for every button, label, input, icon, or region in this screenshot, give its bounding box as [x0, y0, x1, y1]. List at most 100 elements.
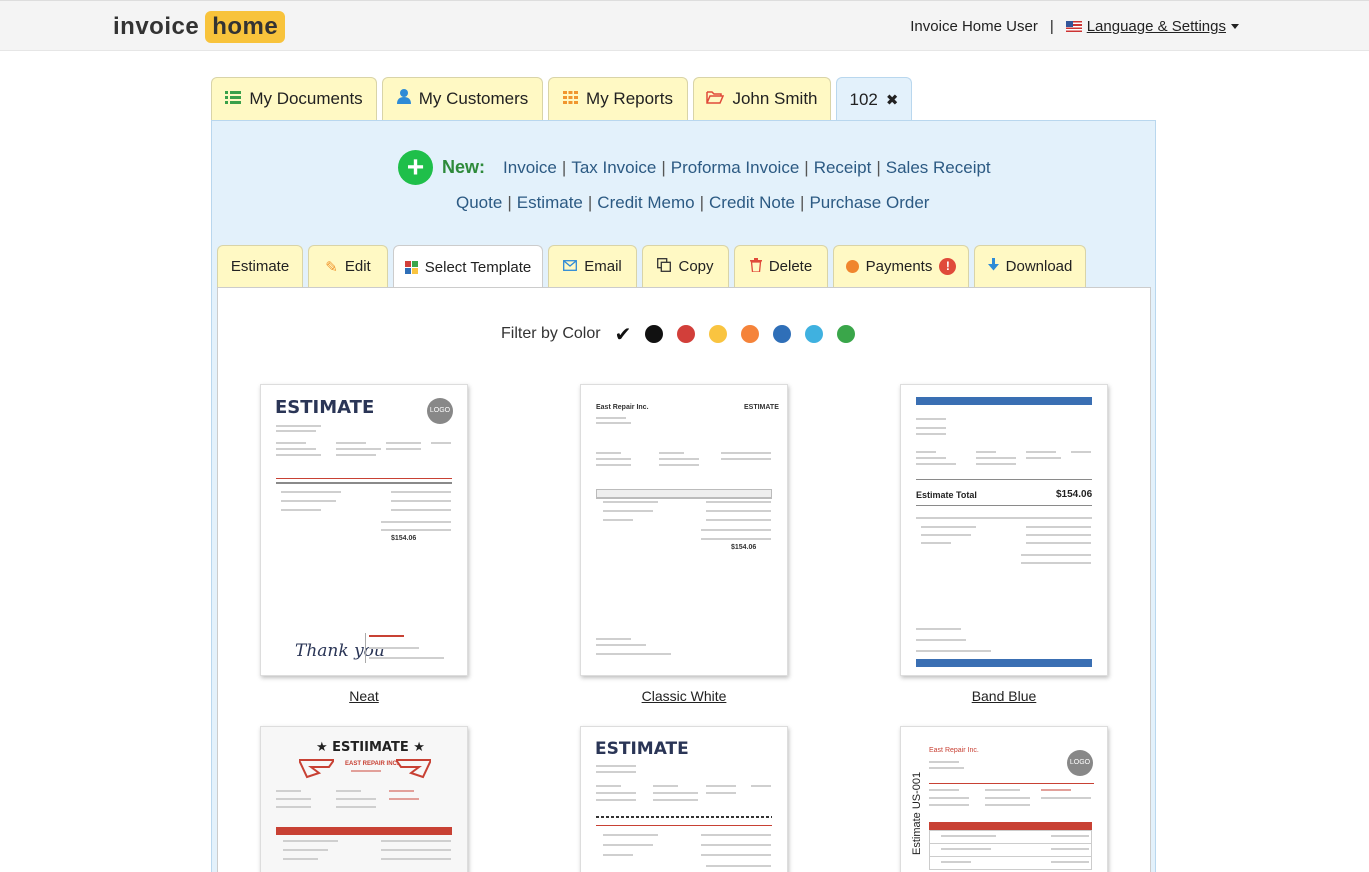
link-separator: | — [800, 193, 805, 212]
envelope-icon — [563, 258, 578, 275]
link-separator: | — [876, 157, 881, 177]
template-name-neat[interactable]: Neat — [260, 688, 468, 704]
subtab-copy[interactable]: Copy — [642, 245, 729, 287]
tab-label: 102 — [849, 89, 878, 109]
trash-icon — [749, 257, 762, 276]
new-invoice-link[interactable]: Invoice — [503, 158, 557, 177]
new-document-row: + New: Invoice | Tax Invoice | Proforma Invo… — [398, 150, 991, 185]
color-filter-green[interactable] — [837, 325, 856, 343]
alert-icon: ! — [939, 258, 957, 275]
tab-my-documents[interactable]: My Documents — [211, 77, 377, 120]
header-separator: | — [1049, 18, 1054, 35]
new-receipt-link[interactable]: Receipt — [814, 158, 872, 177]
color-filter-orange[interactable] — [741, 325, 760, 343]
template-title: ★ ESTIIMATE ★ — [316, 740, 425, 755]
status-dot-icon — [845, 260, 859, 273]
tab-label: My Reports — [586, 89, 673, 108]
template-logo: LOGO — [1067, 750, 1093, 776]
tab-label: John Smith — [732, 89, 818, 108]
template-thumbnail-4[interactable]: ★ ESTIIMATE ★ EAST REPAIR INC. — [260, 726, 468, 872]
subtab-select-template[interactable]: Select Template — [393, 245, 543, 288]
subtab-label: Estimate — [230, 258, 290, 275]
close-icon[interactable]: ✖ — [886, 91, 899, 109]
template-title: ESTIMATE — [275, 397, 375, 418]
link-separator: | — [804, 157, 809, 177]
filter-label: Filter by Color — [501, 325, 601, 342]
new-quote-link[interactable]: Quote — [456, 193, 502, 212]
template-total-value: $154.06 — [1056, 489, 1093, 500]
arrow-down-icon — [987, 258, 999, 275]
subtab-label: Email — [584, 258, 622, 275]
color-filter-yellow[interactable] — [709, 325, 728, 343]
template-thumbnail-band-blue[interactable]: Estimate Total $154.06 — [900, 384, 1108, 676]
new-label: New: — [442, 157, 486, 177]
subtab-email[interactable]: Email — [548, 245, 637, 287]
color-filter-black[interactable] — [645, 325, 664, 343]
top-bar: invoice home Invoice Home User | Languag… — [0, 0, 1369, 51]
user-icon — [396, 89, 411, 109]
color-filter-red[interactable] — [677, 325, 696, 343]
subtab-delete[interactable]: Delete — [734, 245, 828, 287]
subtab-label: Delete — [768, 258, 813, 275]
pencil-icon: ✎ — [325, 258, 338, 276]
plus-circle-icon[interactable]: + — [398, 150, 433, 185]
tab-label: My Documents — [249, 89, 363, 108]
app-logo[interactable]: invoice home — [113, 11, 286, 43]
template-total-value: $154.06 — [391, 535, 417, 542]
new-doc-links-row2: Quote | Estimate | Credit Memo | Credit Note | P… — [456, 193, 929, 213]
tab-document-102[interactable]: 102 ✖ — [836, 77, 912, 121]
list-icon — [225, 89, 242, 109]
tab-my-customers[interactable]: My Customers — [382, 77, 543, 120]
link-separator: | — [699, 193, 705, 212]
check-icon[interactable]: ✔ — [615, 322, 632, 347]
color-filter: Filter by Color ✔ — [501, 322, 856, 347]
wing-icon — [396, 759, 431, 779]
template-company: East Repair Inc. — [596, 404, 649, 411]
logo-text-left: invoice — [113, 13, 200, 40]
subtab-label: Copy — [678, 258, 714, 275]
link-separator: | — [587, 193, 593, 212]
template-thumbnail-neat[interactable]: ESTIMATE LOGO $154.06 Thank you — [260, 384, 468, 676]
color-filter-light-blue[interactable] — [805, 325, 824, 343]
subtab-estimate[interactable]: Estimate — [217, 245, 303, 287]
template-company: East Repair Inc. — [929, 747, 979, 754]
folder-open-icon — [706, 89, 725, 109]
link-separator: | — [507, 193, 512, 212]
user-name: Invoice Home User — [910, 18, 1038, 35]
new-tax-invoice-link[interactable]: Tax Invoice — [571, 158, 656, 177]
new-doc-links-row1: Invoice | Tax Invoice | Proforma Invoice | Rec… — [503, 158, 991, 178]
template-side-title: Estimate US-001 — [911, 771, 923, 855]
template-name-band-blue[interactable]: Band Blue — [900, 688, 1108, 704]
tab-my-reports[interactable]: My Reports — [548, 77, 688, 120]
subtab-label: Payments — [865, 258, 933, 275]
new-sales-receipt-link[interactable]: Sales Receipt — [886, 158, 991, 177]
chevron-down-icon[interactable] — [1231, 24, 1239, 29]
new-credit-note-link[interactable]: Credit Note — [709, 193, 795, 212]
template-total-value: $154.06 — [731, 544, 757, 551]
subtab-label: Edit — [344, 258, 371, 275]
subtab-download[interactable]: Download — [974, 245, 1086, 287]
us-flag-icon — [1065, 21, 1082, 32]
tab-john-smith[interactable]: John Smith — [693, 77, 831, 120]
new-proforma-invoice-link[interactable]: Proforma Invoice — [671, 158, 800, 177]
template-grid-icon — [404, 260, 418, 274]
new-credit-memo-link[interactable]: Credit Memo — [597, 193, 694, 212]
new-purchase-order-link[interactable]: Purchase Order — [809, 193, 929, 212]
template-title: ESTIMATE — [595, 739, 689, 759]
grid-icon — [563, 89, 579, 109]
template-total-label: Estimate Total — [916, 490, 977, 500]
link-separator: | — [661, 157, 666, 177]
copy-icon — [657, 257, 672, 276]
template-thumbnail-5[interactable]: ESTIMATE — [580, 726, 788, 872]
new-estimate-link[interactable]: Estimate — [517, 193, 583, 212]
tab-label: My Customers — [418, 89, 529, 108]
subtab-edit[interactable]: ✎ Edit — [308, 245, 388, 287]
language-settings-link[interactable]: Language & Settings — [1087, 18, 1226, 35]
link-separator: | — [561, 157, 567, 177]
subtab-payments[interactable]: Payments ! — [833, 245, 969, 287]
template-title: ESTIMATE — [744, 404, 779, 411]
color-filter-blue[interactable] — [773, 325, 792, 343]
template-thumbnail-classic-white[interactable]: East Repair Inc. ESTIMATE $154.06 — [580, 384, 788, 676]
template-name-classic-white[interactable]: Classic White — [580, 688, 788, 704]
template-thumbnail-6[interactable]: East Repair Inc. LOGO Estimate US-001 — [900, 726, 1108, 872]
